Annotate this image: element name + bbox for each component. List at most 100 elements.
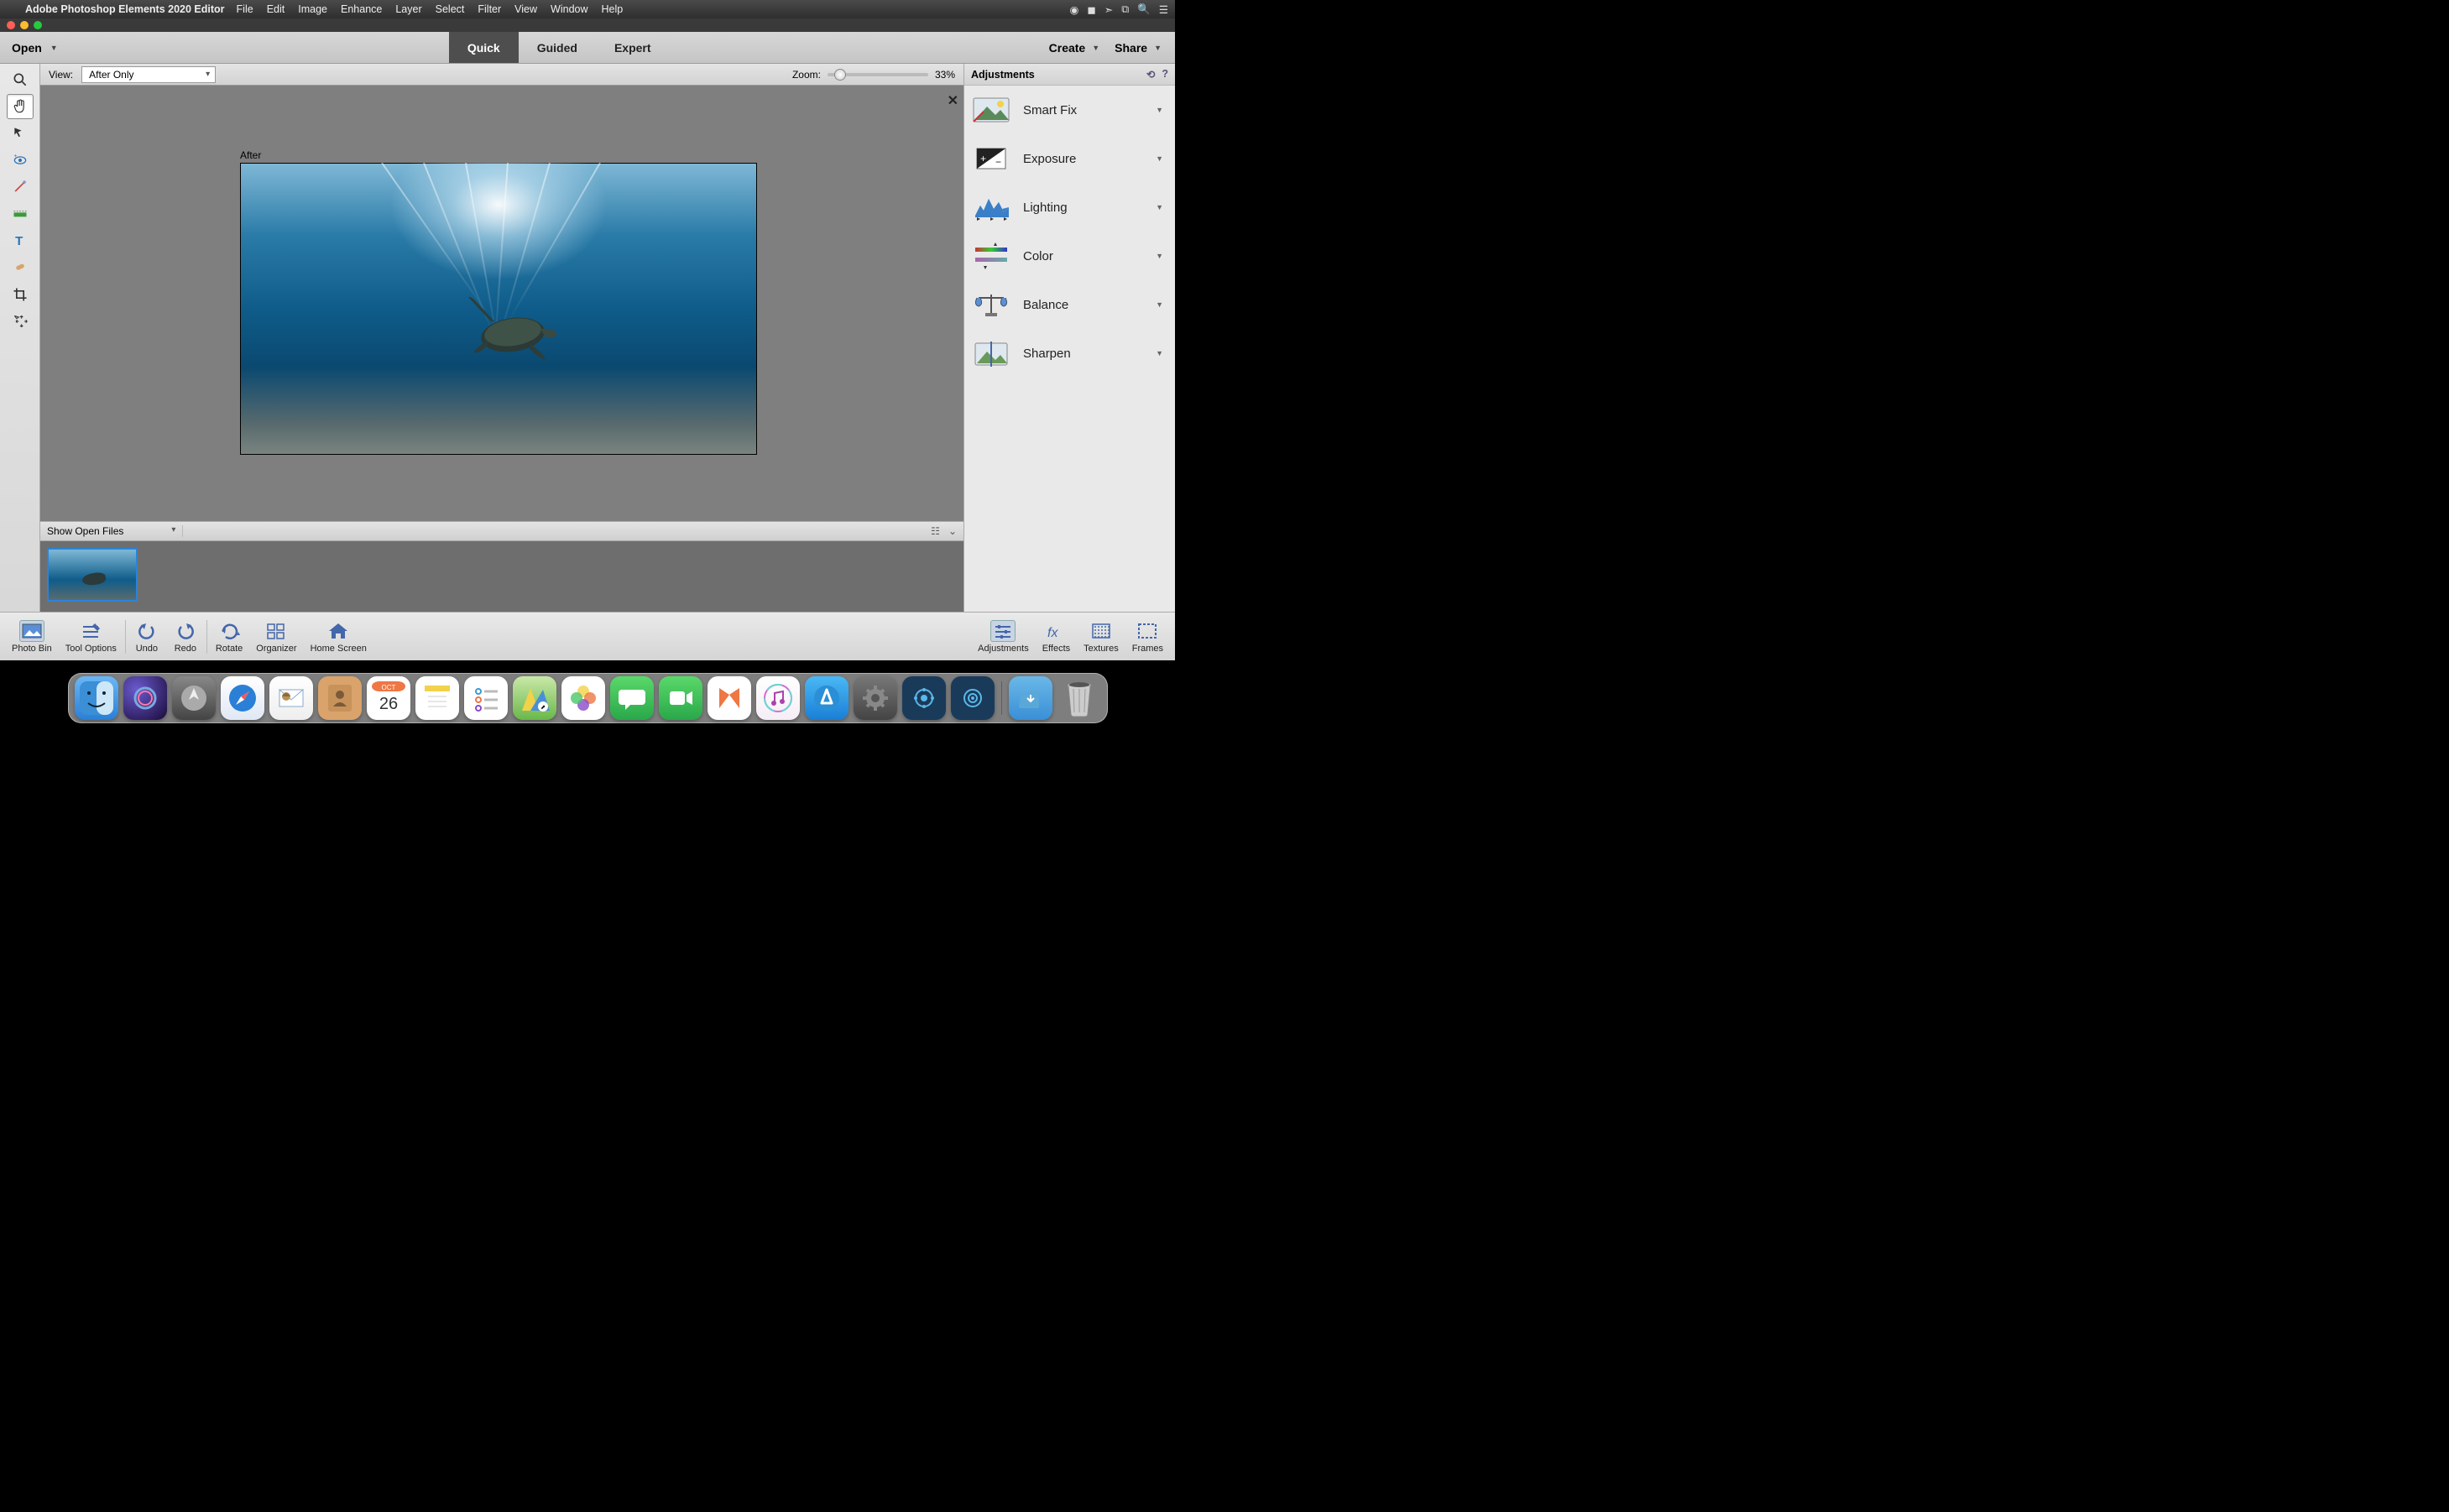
- menu-help[interactable]: Help: [602, 3, 624, 15]
- crop-tool[interactable]: [7, 282, 34, 307]
- adjustment-lighting[interactable]: Lighting ▼: [964, 183, 1175, 232]
- menu-layer[interactable]: Layer: [395, 3, 421, 15]
- whiten-teeth-tool[interactable]: [7, 175, 34, 200]
- bottombar-effects[interactable]: fx Effects: [1036, 613, 1077, 660]
- adjustment-color[interactable]: Color ▼: [964, 232, 1175, 280]
- menu-view[interactable]: View: [514, 3, 537, 15]
- dock-mail-icon[interactable]: [269, 676, 313, 720]
- organizer-icon: [264, 620, 289, 642]
- create-dropdown[interactable]: Create ▼: [1049, 41, 1100, 55]
- maximize-button[interactable]: [34, 21, 42, 29]
- help-icon[interactable]: ?: [1162, 68, 1168, 81]
- adjustment-label: Sharpen: [1023, 347, 1144, 361]
- zoom-slider[interactable]: [828, 73, 928, 76]
- adjustment-exposure[interactable]: +− Exposure ▼: [964, 134, 1175, 183]
- dock-contacts-icon[interactable]: [318, 676, 362, 720]
- bottombar-tool-options[interactable]: Tool Options: [59, 613, 123, 660]
- menu-enhance[interactable]: Enhance: [341, 3, 382, 15]
- menu-file[interactable]: File: [237, 3, 253, 15]
- document-canvas[interactable]: [240, 163, 757, 455]
- photobin-select[interactable]: Show Open Files: [47, 525, 183, 537]
- home-icon: [326, 620, 351, 642]
- bottombar-undo[interactable]: Undo: [128, 613, 166, 660]
- eye-tool[interactable]: +: [7, 148, 34, 173]
- quick-select-tool[interactable]: [7, 121, 34, 146]
- creative-cloud-icon[interactable]: ◉: [1069, 3, 1078, 16]
- dock-pse-organizer-icon[interactable]: [902, 676, 946, 720]
- reset-icon[interactable]: ⟲: [1146, 68, 1155, 81]
- bottombar-organizer[interactable]: Organizer: [249, 613, 303, 660]
- menu-filter[interactable]: Filter: [478, 3, 501, 15]
- adjustments-icon: [990, 620, 1016, 642]
- menu-image[interactable]: Image: [298, 3, 327, 15]
- app-name[interactable]: Adobe Photoshop Elements 2020 Editor: [25, 3, 225, 15]
- dock-reminders-icon[interactable]: [464, 676, 508, 720]
- list-view-icon[interactable]: ☷: [931, 525, 940, 537]
- photobin-thumbnail[interactable]: [47, 548, 138, 602]
- dock-messages-icon[interactable]: [610, 676, 654, 720]
- bottombar-textures[interactable]: Textures: [1077, 613, 1125, 660]
- dock-notes-icon[interactable]: [415, 676, 459, 720]
- adjustment-balance[interactable]: Balance ▼: [964, 280, 1175, 329]
- dock-finder-icon[interactable]: [75, 676, 118, 720]
- color-icon: [971, 239, 1011, 273]
- collapse-icon[interactable]: ⌄: [948, 525, 957, 537]
- svg-text:+: +: [980, 153, 986, 164]
- dock-news-icon[interactable]: [708, 676, 751, 720]
- dock-launchpad-icon[interactable]: [172, 676, 216, 720]
- bottombar-redo[interactable]: Redo: [166, 613, 205, 660]
- adjustment-sharpen[interactable]: Sharpen ▼: [964, 329, 1175, 378]
- move-tool[interactable]: [7, 309, 34, 334]
- notification-icon[interactable]: ◼: [1087, 3, 1095, 16]
- zoom-tool[interactable]: [7, 67, 34, 92]
- rotate-icon: [217, 620, 242, 642]
- spotlight-icon[interactable]: 🔍: [1137, 3, 1151, 16]
- chevron-down-icon: ▼: [50, 44, 58, 52]
- adjustment-label: Exposure: [1023, 152, 1144, 166]
- zoom-slider-thumb[interactable]: [834, 69, 846, 81]
- displays-icon[interactable]: ⧉: [1121, 3, 1129, 16]
- hand-tool[interactable]: [7, 94, 34, 119]
- spot-healing-tool[interactable]: [7, 255, 34, 280]
- tab-quick[interactable]: Quick: [449, 32, 519, 63]
- type-tool[interactable]: T: [7, 228, 34, 253]
- adjustment-smart-fix[interactable]: Smart Fix ▼: [964, 86, 1175, 134]
- dock-photos-icon[interactable]: [561, 676, 605, 720]
- bottom-bar: Photo Bin Tool Options Undo Redo Rotate …: [0, 612, 1175, 660]
- dock-facetime-icon[interactable]: [659, 676, 702, 720]
- minimize-button[interactable]: [20, 21, 29, 29]
- tab-expert[interactable]: Expert: [596, 32, 670, 63]
- chevron-down-icon: ▼: [1156, 106, 1163, 114]
- control-center-icon[interactable]: ☰: [1159, 3, 1168, 16]
- dock-downloads-icon[interactable]: [1009, 676, 1052, 720]
- close-document-button[interactable]: ✕: [948, 92, 958, 109]
- tab-guided[interactable]: Guided: [519, 32, 596, 63]
- macos-menubar: Adobe Photoshop Elements 2020 Editor Fil…: [0, 0, 1175, 18]
- bottombar-rotate[interactable]: Rotate: [209, 613, 249, 660]
- dock-safari-icon[interactable]: [221, 676, 264, 720]
- dock-calendar-icon[interactable]: OCT26: [367, 676, 410, 720]
- menu-select[interactable]: Select: [436, 3, 465, 15]
- dock-siri-icon[interactable]: [123, 676, 167, 720]
- svg-text:OCT: OCT: [381, 684, 395, 691]
- menu-window[interactable]: Window: [551, 3, 587, 15]
- close-button[interactable]: [7, 21, 15, 29]
- bottombar-frames[interactable]: Frames: [1125, 613, 1170, 660]
- bluetooth-icon[interactable]: ➣: [1104, 3, 1113, 16]
- dock-trash-icon[interactable]: [1057, 676, 1101, 720]
- dock-pse-editor-icon[interactable]: [951, 676, 995, 720]
- dock-appstore-icon[interactable]: [805, 676, 849, 720]
- dock-itunes-icon[interactable]: [756, 676, 800, 720]
- chevron-down-icon: ▼: [1156, 203, 1163, 211]
- dock-maps-icon[interactable]: ⬈: [513, 676, 556, 720]
- share-dropdown[interactable]: Share ▼: [1115, 41, 1162, 55]
- bottombar-home-screen[interactable]: Home Screen: [304, 613, 373, 660]
- bottombar-photo-bin[interactable]: Photo Bin: [5, 613, 59, 660]
- straighten-tool[interactable]: [7, 201, 34, 227]
- chevron-down-icon: ▼: [1156, 300, 1163, 309]
- dock-preferences-icon[interactable]: [854, 676, 897, 720]
- open-dropdown[interactable]: Open ▼: [0, 41, 70, 55]
- bottombar-adjustments[interactable]: Adjustments: [971, 613, 1036, 660]
- view-select[interactable]: After Only: [81, 66, 216, 83]
- menu-edit[interactable]: Edit: [267, 3, 285, 15]
